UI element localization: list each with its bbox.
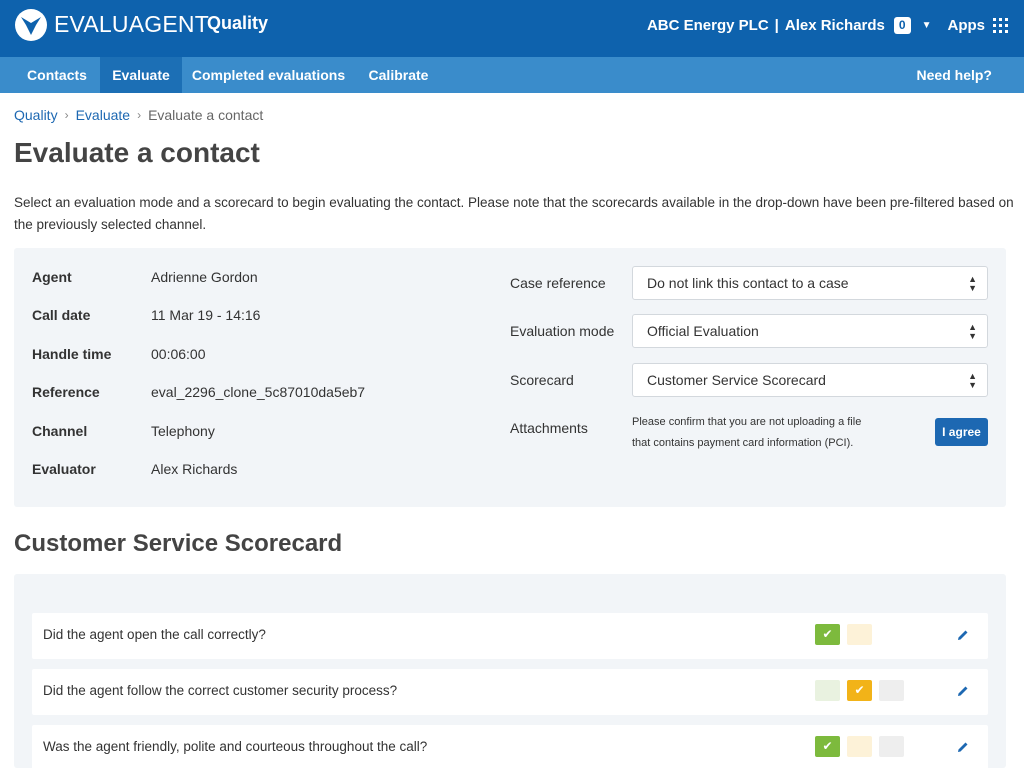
chevron-down-icon[interactable]: ▼ — [922, 20, 932, 31]
chevron-right-icon: › — [64, 108, 69, 122]
nav-evaluate[interactable]: Evaluate — [100, 57, 182, 93]
product-name: Quality — [207, 13, 269, 33]
evaluation-mode-label: Evaluation mode — [510, 323, 615, 339]
evaluation-mode-select[interactable]: Official Evaluation ▲ ▼ — [632, 314, 988, 348]
case-reference-value: Do not link this contact to a case — [647, 275, 849, 291]
page-title: Evaluate a contact — [14, 137, 260, 168]
scorecard-panel: Did the agent open the call correctly? ✔… — [14, 574, 1006, 768]
scorecard-label: Scorecard — [510, 372, 574, 388]
breadcrumb-quality[interactable]: Quality — [14, 107, 58, 123]
notification-badge[interactable]: 0 — [893, 17, 911, 34]
detail-label: Agent — [32, 269, 72, 285]
fail-chip[interactable] — [879, 680, 904, 701]
detail-label: Channel — [32, 423, 88, 439]
detail-label: Call date — [32, 307, 91, 323]
top-header: EVALUAGENT Quality ABC Energy PLC | Alex… — [0, 0, 1024, 57]
select-arrows-icon: ▲ ▼ — [968, 322, 977, 341]
contact-details-panel: Agent Adrienne Gordon Call date 11 Mar 1… — [14, 248, 1006, 507]
case-reference-select[interactable]: Do not link this contact to a case ▲ ▼ — [632, 266, 988, 300]
pencil-icon[interactable] — [956, 740, 970, 754]
main-nav: Contacts Evaluate Completed evaluations … — [0, 57, 1024, 93]
breadcrumb-evaluate[interactable]: Evaluate — [76, 107, 130, 123]
company-name: ABC Energy PLC — [646, 17, 769, 34]
question-row: Did the agent open the call correctly? ✔ — [32, 613, 988, 659]
attachments-label: Attachments — [510, 420, 588, 436]
scorecard-title: Customer Service Scorecard — [14, 530, 343, 557]
pass-chip[interactable] — [815, 680, 840, 701]
user-menu[interactable]: Alex Richards — [785, 17, 885, 34]
detail-label: Reference — [32, 384, 100, 400]
scorecard-value: Customer Service Scorecard — [647, 372, 826, 388]
select-arrows-icon: ▲ ▼ — [968, 274, 977, 293]
nav-completed-evaluations[interactable]: Completed evaluations — [182, 57, 355, 93]
detail-label: Evaluator — [32, 461, 96, 477]
detail-value: Telephony — [151, 423, 215, 439]
pencil-icon[interactable] — [956, 628, 970, 642]
pass-chip[interactable]: ✔ — [815, 736, 840, 757]
pass-chip[interactable]: ✔ — [815, 624, 840, 645]
intro-text: Select an evaluation mode and a scorecar… — [14, 195, 1014, 232]
question-text: Did the agent open the call correctly? — [43, 627, 266, 642]
fail-chip[interactable] — [879, 736, 904, 757]
detail-value: Alex Richards — [151, 461, 238, 477]
nav-contacts[interactable]: Contacts — [14, 57, 100, 93]
pencil-icon[interactable] — [956, 684, 970, 698]
account-menu: ABC Energy PLC | Alex Richards 0 ▼ Apps — [647, 17, 1008, 34]
header-separator: | — [774, 17, 779, 34]
question-row: Did the agent follow the correct custome… — [32, 669, 988, 715]
case-reference-label: Case reference — [510, 275, 606, 291]
agree-button[interactable]: I agree — [935, 418, 988, 446]
apps-link[interactable]: Apps — [948, 17, 986, 34]
detail-value: 11 Mar 19 - 14:16 — [151, 307, 261, 323]
pci-warning: Please confirm that you are not uploadin… — [632, 416, 862, 449]
partial-chip[interactable] — [847, 736, 872, 757]
select-arrows-icon: ▲ ▼ — [968, 371, 977, 390]
question-text: Was the agent friendly, polite and court… — [43, 739, 428, 754]
breadcrumb: Quality › Evaluate › Evaluate a contact — [14, 107, 263, 123]
detail-value: eval_2296_clone_5c87010da5eb7 — [151, 384, 366, 400]
question-row: Was the agent friendly, polite and court… — [32, 725, 988, 768]
partial-chip[interactable]: ✔ — [847, 680, 872, 701]
apps-grid-icon[interactable] — [993, 18, 1008, 33]
evaluagent-logo-icon[interactable] — [14, 8, 48, 42]
detail-label: Handle time — [32, 346, 112, 362]
nav-calibrate[interactable]: Calibrate — [355, 57, 442, 93]
need-help-link[interactable]: Need help? — [917, 57, 992, 93]
evaluation-mode-value: Official Evaluation — [647, 323, 759, 339]
scorecard-select[interactable]: Customer Service Scorecard ▲ ▼ — [632, 363, 988, 397]
detail-value: Adrienne Gordon — [151, 269, 258, 285]
question-text: Did the agent follow the correct custome… — [43, 683, 398, 698]
detail-value: 00:06:00 — [151, 346, 206, 362]
chevron-right-icon: › — [137, 108, 142, 122]
breadcrumb-current: Evaluate a contact — [148, 107, 264, 123]
partial-chip[interactable] — [847, 624, 872, 645]
brand-name[interactable]: EVALUAGENT — [54, 11, 209, 38]
